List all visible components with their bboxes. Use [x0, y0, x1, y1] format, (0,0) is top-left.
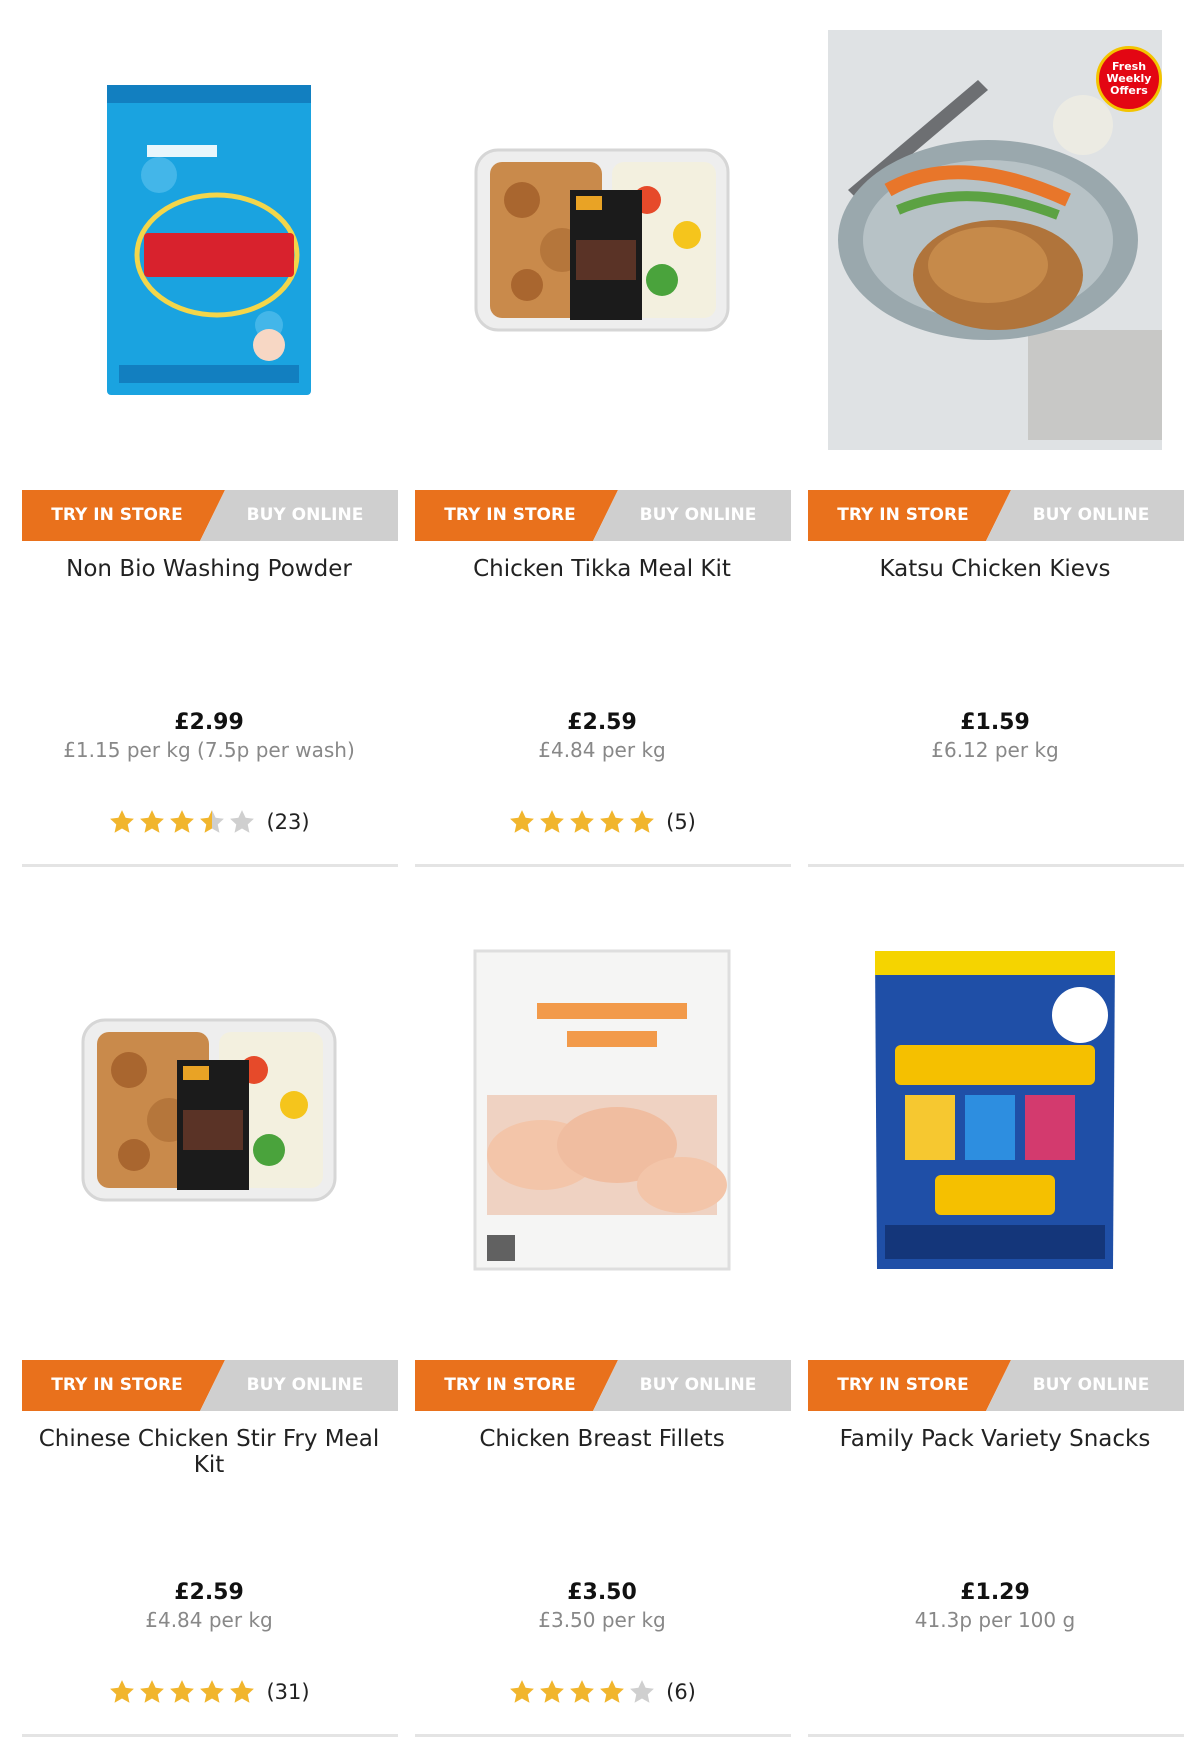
star-icon [598, 808, 626, 836]
buy-online-button[interactable]: BUY ONLINE [212, 490, 398, 541]
product-image[interactable] [20, 870, 398, 1350]
purchase-options: TRY IN STORE BUY ONLINE [22, 490, 398, 541]
card-divider [808, 864, 1184, 867]
review-count: (5) [666, 810, 696, 834]
star-icon [598, 1678, 626, 1706]
star-icon [168, 1678, 196, 1706]
unit-price: £4.84 per kg [145, 1608, 273, 1632]
card-divider [22, 864, 398, 867]
unit-price: 41.3p per 100 g [914, 1608, 1076, 1632]
review-count: (31) [266, 1680, 310, 1704]
star-icon [198, 1678, 226, 1706]
product-price: £1.29 [960, 1580, 1030, 1605]
product-name[interactable]: Chicken Tikka Meal Kit [413, 556, 791, 582]
star-icon [628, 808, 656, 836]
star-icon [568, 808, 596, 836]
product-name[interactable]: Non Bio Washing Powder [20, 556, 398, 582]
star-icon [568, 1678, 596, 1706]
buy-online-button[interactable]: BUY ONLINE [605, 1360, 791, 1411]
product-card[interactable]: TRY IN STORE BUY ONLINE Chicken Tikka Meal… [413, 0, 791, 868]
star-icon [168, 808, 196, 836]
fresh-weekly-offers-badge: Fresh Weekly Offers [1096, 46, 1162, 112]
card-divider [415, 1734, 791, 1737]
product-grid: TRY IN STORE BUY ONLINE Non Bio Washing Po… [0, 0, 1200, 1737]
product-name[interactable]: Katsu Chicken Kievs [806, 556, 1184, 582]
try-in-store-button[interactable]: TRY IN STORE [808, 490, 998, 541]
buy-online-button[interactable]: BUY ONLINE [212, 1360, 398, 1411]
purchase-options: TRY IN STORE BUY ONLINE [415, 1360, 791, 1411]
purchase-options: TRY IN STORE BUY ONLINE [808, 490, 1184, 541]
product-price: £3.50 [567, 1580, 637, 1605]
product-price: £2.99 [174, 710, 244, 735]
star-icon [508, 1678, 536, 1706]
product-card[interactable]: TRY IN STORE BUY ONLINE Chicken Breast Fil… [413, 870, 791, 1738]
product-rating[interactable]: (5) [413, 808, 791, 836]
star-icon [538, 808, 566, 836]
try-in-store-button[interactable]: TRY IN STORE [415, 1360, 605, 1411]
star-icon [108, 808, 136, 836]
purchase-options: TRY IN STORE BUY ONLINE [415, 490, 791, 541]
rating-stars [508, 808, 656, 836]
card-divider [808, 1734, 1184, 1737]
card-divider [22, 1734, 398, 1737]
product-rating[interactable]: (6) [413, 1678, 791, 1706]
star-icon [138, 808, 166, 836]
product-card[interactable]: TRY IN STORE BUY ONLINE Chinese Chicken St… [20, 870, 398, 1738]
try-in-store-button[interactable]: TRY IN STORE [22, 490, 212, 541]
product-card[interactable]: TRY IN STORE BUY ONLINE Non Bio Washing Po… [20, 0, 398, 868]
try-in-store-button[interactable]: TRY IN STORE [415, 490, 605, 541]
buy-online-button[interactable]: BUY ONLINE [998, 1360, 1184, 1411]
card-divider [415, 864, 791, 867]
star-icon [228, 1678, 256, 1706]
product-image[interactable] [413, 870, 791, 1350]
product-card[interactable]: TRY IN STORE BUY ONLINE Family Pack Variet… [806, 870, 1184, 1738]
purchase-options: TRY IN STORE BUY ONLINE [22, 1360, 398, 1411]
rating-stars [108, 1678, 256, 1706]
star-icon [228, 808, 256, 836]
product-rating[interactable]: (31) [20, 1678, 398, 1706]
product-image[interactable] [20, 0, 398, 480]
star-icon [198, 808, 226, 836]
star-icon [108, 1678, 136, 1706]
unit-price: £3.50 per kg [538, 1608, 666, 1632]
rating-stars [108, 808, 256, 836]
star-icon [628, 1678, 656, 1706]
buy-online-button[interactable]: BUY ONLINE [998, 490, 1184, 541]
product-image[interactable] [806, 870, 1184, 1350]
rating-stars [508, 1678, 656, 1706]
star-icon [508, 808, 536, 836]
star-icon [138, 1678, 166, 1706]
buy-online-button[interactable]: BUY ONLINE [605, 490, 791, 541]
try-in-store-button[interactable]: TRY IN STORE [22, 1360, 212, 1411]
product-price: £2.59 [567, 710, 637, 735]
product-name[interactable]: Chicken Breast Fillets [413, 1426, 791, 1452]
product-name[interactable]: Chinese Chicken Stir Fry Meal Kit [20, 1426, 398, 1478]
product-price: £1.59 [960, 710, 1030, 735]
review-count: (23) [266, 810, 310, 834]
star-icon [538, 1678, 566, 1706]
unit-price: £4.84 per kg [538, 738, 666, 762]
unit-price: £1.15 per kg (7.5p per wash) [63, 738, 355, 762]
product-image[interactable] [413, 0, 791, 480]
try-in-store-button[interactable]: TRY IN STORE [808, 1360, 998, 1411]
review-count: (6) [666, 1680, 696, 1704]
product-rating[interactable]: (23) [20, 808, 398, 836]
product-price: £2.59 [174, 1580, 244, 1605]
purchase-options: TRY IN STORE BUY ONLINE [808, 1360, 1184, 1411]
product-card[interactable]: Fresh Weekly Offers TRY IN STORE BUY ONLIN… [806, 0, 1184, 868]
product-name[interactable]: Family Pack Variety Snacks [806, 1426, 1184, 1452]
unit-price: £6.12 per kg [931, 738, 1059, 762]
